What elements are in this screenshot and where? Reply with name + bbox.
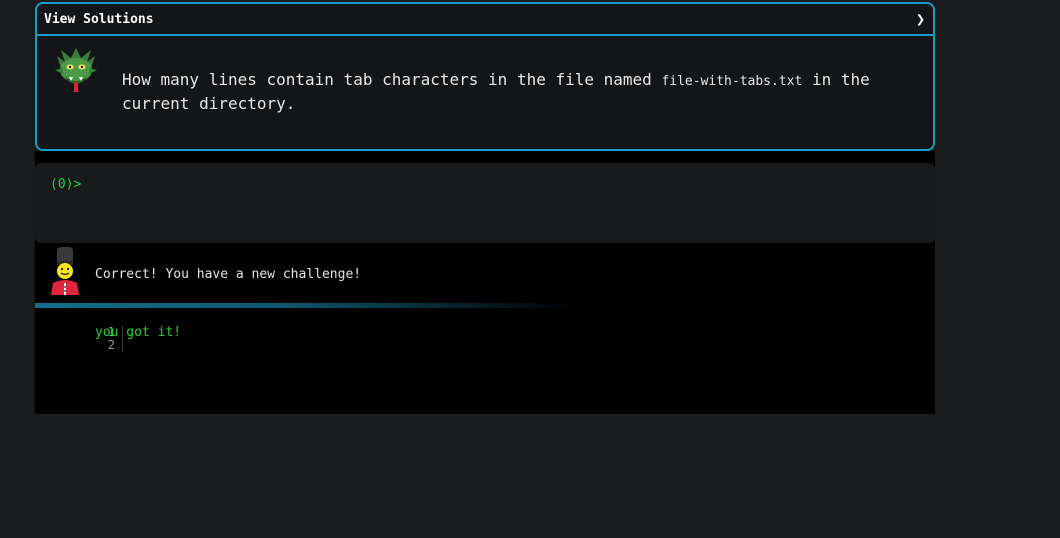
terminal-panel: (0)> Correct! You have a new challenge! … <box>35 151 935 414</box>
shell-prompt: (0)> <box>50 177 82 192</box>
question-text: How many lines contain tab characters in… <box>122 70 662 89</box>
line-number: 2 <box>107 338 115 352</box>
challenge-body: How many lines contain tab characters in… <box>37 36 933 149</box>
view-solutions-label[interactable]: View Solutions <box>44 12 154 27</box>
view-solutions-header[interactable]: View Solutions ❯ <box>37 4 933 36</box>
challenge-card: View Solutions ❯ How many lines contain … <box>35 2 935 151</box>
filename-code: file-with-tabs.txt <box>661 74 803 89</box>
chevron-right-icon[interactable]: ❯ <box>916 10 925 28</box>
feedback-message: Correct! You have a new challenge! <box>95 267 362 282</box>
feedback-row: Correct! You have a new challenge! <box>35 243 935 303</box>
output-panel: 1 2 you got it! <box>35 323 935 363</box>
output-line: you got it! <box>95 325 182 340</box>
guard-icon <box>51 247 79 295</box>
output-lines: you got it! <box>95 326 181 339</box>
dragon-icon <box>55 48 97 92</box>
progress-divider <box>35 303 575 308</box>
command-input-area[interactable]: (0)> <box>35 163 935 243</box>
challenge-question: How many lines contain tab characters in… <box>122 69 902 115</box>
